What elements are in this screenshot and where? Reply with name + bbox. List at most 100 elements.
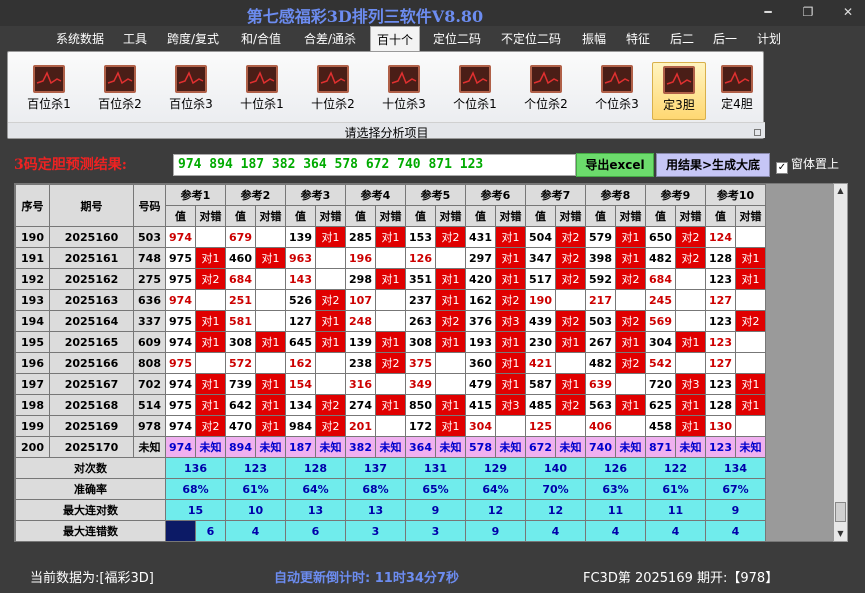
menu-item[interactable]: 计划 (757, 30, 781, 47)
check-cell: 对1 (315, 331, 346, 353)
menu-item[interactable]: 和/合值 (241, 30, 281, 47)
menu-item[interactable]: 工具 (123, 30, 147, 47)
value-header: 值 (165, 205, 196, 227)
table-row[interactable]: 196 2025166 808 975 572 162 238 对2 375 360 对1 421 48… (15, 352, 766, 374)
check-header: 对错 (255, 205, 286, 227)
table-row[interactable]: 191 2025161 748 975 对1 460 对1 963 196 126 297 对1 347… (15, 247, 766, 269)
scroll-up-icon[interactable]: ▲ (834, 184, 847, 198)
stat-value: 9 (705, 499, 766, 521)
value-cell: 127 (285, 310, 316, 332)
value-cell: 569 (645, 310, 676, 332)
check-cell: 对1 (735, 394, 766, 416)
value-cell: 984 (285, 415, 316, 437)
restore-button[interactable]: ❐ (800, 4, 816, 20)
ribbon-button[interactable]: 百位杀1 (17, 62, 81, 120)
value-header: 值 (645, 205, 676, 227)
menu-item[interactable]: 百十个 (370, 26, 421, 52)
stat-value: 134 (705, 457, 766, 479)
ribbon-button[interactable]: 个位杀3 (585, 62, 649, 120)
value-cell: 349 (405, 373, 436, 395)
value-cell: 123 (705, 373, 736, 395)
table-row[interactable]: 192 2025162 275 975 对2 684 143 298 对1 351 对1 420 对1 5… (15, 268, 766, 290)
prediction-row[interactable]: 200 2025170 未知 974 未知 894 未知 187 未知 382 未知 364 未知 578… (15, 436, 766, 458)
stat-value: 4 (525, 520, 586, 541)
status-bar: 当前数据为:[福彩3D] 自动更新倒计时: 11时34分7秒 FC3D第 202… (0, 562, 865, 590)
check-cell (255, 352, 286, 374)
value-cell: 187 (285, 436, 316, 458)
menu-item[interactable]: 系统数据 (56, 30, 104, 47)
ribbon-expand-icon[interactable] (754, 129, 761, 136)
value-cell: 201 (345, 415, 376, 437)
check-cell: 对1 (495, 352, 526, 374)
table-row[interactable]: 198 2025168 514 975 对1 642 对1 134 对2 274 对1 850 对1 41… (15, 394, 766, 416)
period-cell: 2025166 (49, 352, 134, 374)
result-field[interactable]: 974 894 187 382 364 578 672 740 871 123 (173, 154, 576, 176)
value-cell: 974 (165, 436, 196, 458)
ribbon-button[interactable]: 百位杀3 (159, 62, 223, 120)
check-cell (375, 310, 406, 332)
stat-value: 9 (405, 499, 466, 521)
ribbon-button[interactable]: 定4胆 (710, 62, 764, 120)
check-cell: 对1 (495, 331, 526, 353)
menu-item[interactable]: 跨度/复式 (167, 30, 219, 47)
table-row[interactable]: 190 2025160 503 974 679 139 对1 285 对1 153 对2 431 对1 5… (15, 226, 766, 248)
check-cell: 对1 (615, 331, 646, 353)
group-header: 参考3 (285, 184, 346, 206)
value-cell: 308 (405, 331, 436, 353)
value-cell: 587 (525, 373, 556, 395)
check-cell: 对1 (375, 331, 406, 353)
menu-item[interactable]: 合差/通杀 (304, 30, 356, 47)
ontop-checkbox[interactable]: ✓ 窗体置上 (776, 155, 839, 174)
menu-item[interactable]: 后一 (713, 30, 737, 47)
stat-label: 准确率 (15, 478, 166, 500)
generate-button[interactable]: 用结果>生成大底 (656, 153, 770, 177)
menu-item[interactable]: 后二 (670, 30, 694, 47)
ribbon-button[interactable]: 十位杀2 (301, 62, 365, 120)
check-cell: 对3 (495, 310, 526, 332)
value-cell: 439 (525, 310, 556, 332)
value-cell: 245 (645, 289, 676, 311)
export-excel-button[interactable]: 导出excel (576, 153, 654, 177)
close-button[interactable]: ✕ (840, 4, 856, 20)
stat-value: 11 (645, 499, 706, 521)
menu-item[interactable]: 定位二码 (433, 30, 481, 47)
ribbon-button[interactable]: 百位杀2 (88, 62, 152, 120)
stat-value: 6 (195, 520, 226, 541)
menu-item[interactable]: 振幅 (582, 30, 606, 47)
menu-item[interactable]: 特征 (626, 30, 650, 47)
table-row[interactable]: 194 2025164 337 975 对1 581 127 对1 248 263 对2 376 对3 4… (15, 310, 766, 332)
table-row[interactable]: 193 2025163 636 974 251 526 对2 107 237 对1 162 对2 190… (15, 289, 766, 311)
value-cell: 230 (525, 331, 556, 353)
ribbon-button-label: 百位杀1 (27, 97, 71, 111)
menu-item[interactable]: 不定位二码 (501, 30, 561, 47)
stat-value: 64% (465, 478, 526, 500)
ribbon-button[interactable]: 个位杀1 (443, 62, 507, 120)
ribbon-button[interactable]: 个位杀2 (514, 62, 578, 120)
value-cell: 479 (465, 373, 496, 395)
ribbon-button[interactable]: 十位杀3 (372, 62, 436, 120)
scroll-down-icon[interactable]: ▼ (834, 527, 847, 541)
checkbox-icon[interactable]: ✓ (776, 162, 788, 174)
value-cell: 639 (585, 373, 616, 395)
scroll-thumb[interactable] (835, 502, 846, 522)
ribbon-button[interactable]: 十位杀1 (230, 62, 294, 120)
ribbon-button[interactable]: 定3胆 (652, 62, 706, 120)
table-row[interactable]: 195 2025165 609 974 对1 308 对1 645 对1 139 对1 308 对1 19… (15, 331, 766, 353)
stat-label: 对次数 (15, 457, 166, 479)
value-cell: 398 (585, 247, 616, 269)
value-cell: 431 (465, 226, 496, 248)
value-cell: 974 (165, 331, 196, 353)
ribbon-button-label: 个位杀3 (595, 97, 639, 111)
table-row[interactable]: 199 2025169 978 974 对2 470 对1 984 对2 201 172 对1 304 1… (15, 415, 766, 437)
value-cell: 130 (705, 415, 736, 437)
value-cell: 581 (225, 310, 256, 332)
value-cell: 740 (585, 436, 616, 458)
minimize-button[interactable]: ━ (760, 4, 776, 20)
value-cell: 193 (465, 331, 496, 353)
ontop-label: 窗体置上 (791, 157, 840, 171)
table-row[interactable]: 197 2025167 702 974 对1 739 对1 154 316 349 479 对1 587… (15, 373, 766, 395)
vertical-scrollbar[interactable]: ▲ ▼ (833, 183, 848, 542)
value-cell: 963 (285, 247, 316, 269)
period-cell: 2025168 (49, 394, 134, 416)
check-cell: 对1 (195, 310, 226, 332)
